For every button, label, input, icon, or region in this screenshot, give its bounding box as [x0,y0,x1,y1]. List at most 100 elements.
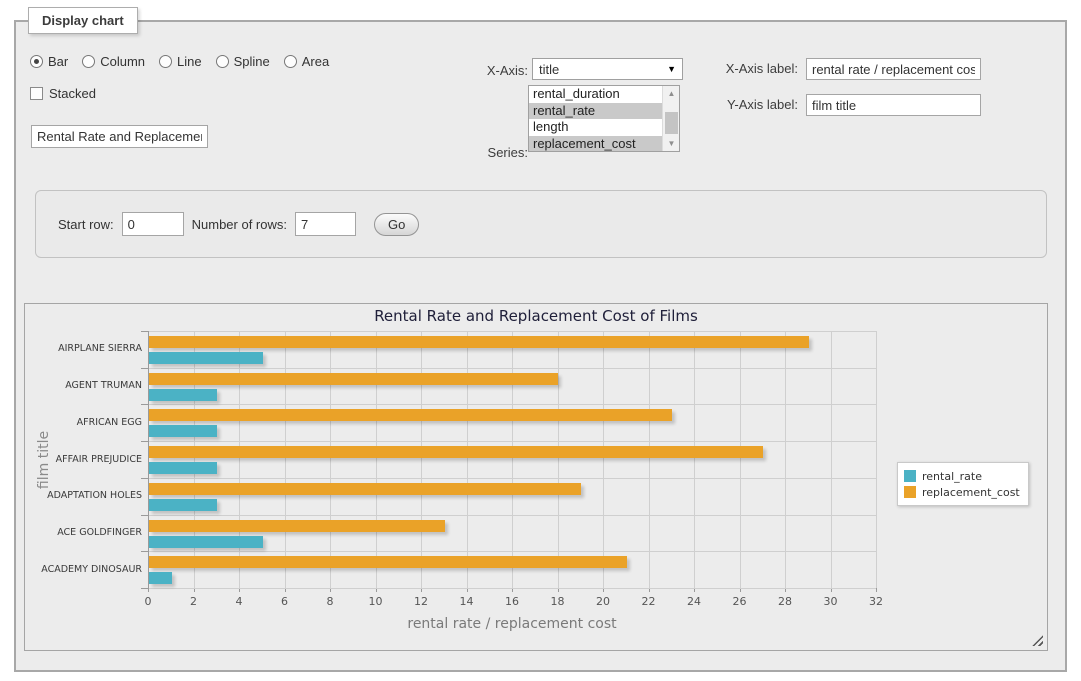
legend-item-replacement_cost: replacement_cost [904,484,1020,500]
chart-type-radio-group: Bar Column Line Spline Area [30,54,329,69]
x-tick-label: 0 [133,595,163,608]
gridline [148,404,876,405]
x-tick-label: 28 [770,595,800,608]
gridline [421,331,422,588]
bar-replacement_cost [149,409,672,421]
x-tick-mark [876,588,877,592]
stacked-checkbox[interactable] [30,87,43,100]
gridline [558,331,559,588]
gridline [876,331,877,588]
radio-icon[interactable] [216,55,229,68]
gridline [148,515,876,516]
gridline [649,331,650,588]
gridline [831,331,832,588]
radio-spline-label: Spline [234,54,270,69]
x-tick-label: 26 [725,595,755,608]
x-axis-select[interactable]: title ▼ [532,58,683,80]
x-tick-label: 12 [406,595,436,608]
bar-replacement_cost [149,446,763,458]
radio-area-label: Area [302,54,329,69]
x-tick-label: 8 [315,595,345,608]
radio-column[interactable]: Column [82,54,145,69]
bar-rental_rate [149,352,263,364]
y-tick-mark [141,588,148,589]
x-tick-label: 10 [361,595,391,608]
legend-label: replacement_cost [922,486,1020,499]
x-axis-select-label: X-Axis: [420,63,528,78]
scroll-down-icon[interactable]: ▼ [663,136,680,151]
radio-icon[interactable] [159,55,172,68]
y-tick-mark [141,331,148,332]
x-tick-label: 20 [588,595,618,608]
y-tick-mark [141,551,148,552]
bar-rental_rate [149,389,217,401]
y-axis-label-field-label: Y-Axis label: [672,97,798,112]
y-axis-label-input[interactable] [806,94,981,116]
gridline [785,331,786,588]
series-option-replacement-cost[interactable]: replacement_cost [529,136,662,153]
gridline [694,331,695,588]
x-tick-label: 22 [634,595,664,608]
x-tick-label: 18 [543,595,573,608]
x-tick-label: 30 [816,595,846,608]
chart-title-input[interactable] [31,125,208,148]
series-option-length[interactable]: length [529,119,662,136]
series-option-rental-duration[interactable]: rental_duration [529,86,662,103]
page: Display chart Bar Column Line Spline Are… [0,0,1081,681]
category-label: ADAPTATION HOLES [25,491,142,501]
gridline [148,368,876,369]
stacked-checkbox-row: Stacked [30,86,96,101]
x-tick-label: 32 [861,595,891,608]
category-label: AIRPLANE SIERRA [25,344,142,354]
x-tick-label: 4 [224,595,254,608]
chart-container: Rental Rate and Replacement Cost of Film… [24,303,1048,651]
bar-rental_rate [149,462,217,474]
radio-area[interactable]: Area [284,54,329,69]
start-row-input[interactable] [122,212,184,236]
radio-selected-icon[interactable] [30,55,43,68]
x-tick-label: 24 [679,595,709,608]
radio-line[interactable]: Line [159,54,202,69]
gridline [740,331,741,588]
x-axis-selected-value: title [539,62,559,77]
legend-item-rental_rate: rental_rate [904,468,1020,484]
y-axis-line [148,331,149,589]
gridline [148,588,876,589]
bar-replacement_cost [149,483,581,495]
start-row-label: Start row: [58,217,114,232]
gridline [148,441,876,442]
bar-chart: Rental Rate and Replacement Cost of Film… [25,304,1047,650]
series-multiselect[interactable]: rental_duration rental_rate length repla… [528,85,680,152]
radio-icon[interactable] [82,55,95,68]
y-tick-mark [141,441,148,442]
bar-replacement_cost [149,520,445,532]
radio-bar[interactable]: Bar [30,54,68,69]
y-tick-mark [141,368,148,369]
stacked-label: Stacked [49,86,96,101]
gridline [148,551,876,552]
scrollbar-thumb[interactable] [665,112,678,134]
bar-rental_rate [149,499,217,511]
radio-column-label: Column [100,54,145,69]
chart-title: Rental Rate and Replacement Cost of Film… [25,307,1047,325]
bar-rental_rate [149,572,172,584]
radio-spline[interactable]: Spline [216,54,270,69]
series-option-rental-rate[interactable]: rental_rate [529,103,662,120]
bar-replacement_cost [149,556,627,568]
row-range-panel: Start row: Number of rows: Go [35,190,1047,258]
series-scrollbar[interactable]: ▲ ▼ [662,86,679,151]
x-tick-label: 2 [179,595,209,608]
x-tick-label: 6 [270,595,300,608]
radio-line-label: Line [177,54,202,69]
x-axis-label-input[interactable] [806,58,981,80]
number-of-rows-input[interactable] [295,212,356,236]
bar-rental_rate [149,425,217,437]
gridline [376,331,377,588]
go-button[interactable]: Go [374,213,419,236]
bar-rental_rate [149,536,263,548]
bar-replacement_cost [149,373,558,385]
radio-icon[interactable] [284,55,297,68]
category-label: AGENT TRUMAN [25,381,142,391]
legend-swatch-icon [904,486,916,498]
x-axis-label-field-label: X-Axis label: [672,61,798,76]
